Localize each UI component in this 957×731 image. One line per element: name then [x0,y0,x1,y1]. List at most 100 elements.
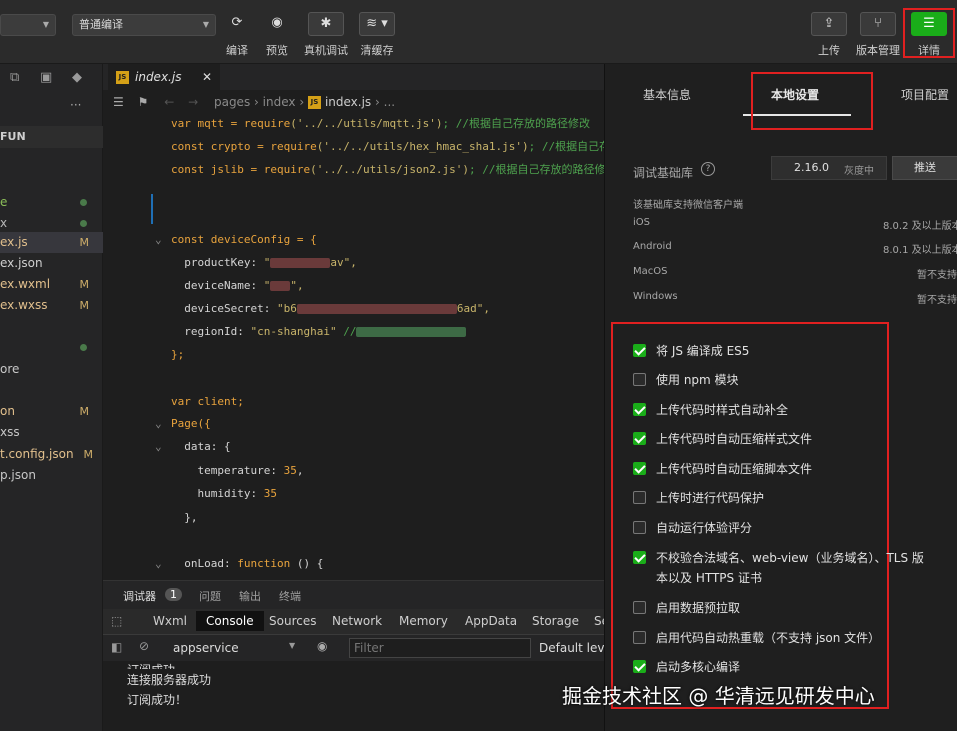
redacted-block [270,281,291,291]
bookmark-icon[interactable]: ⚑ [138,95,149,109]
checkbox[interactable] [633,631,646,644]
chevron-down-icon: ▼ [289,641,296,650]
option-minify-style[interactable]: 上传代码时自动压缩样式文件 [633,430,812,447]
checkbox[interactable] [633,601,646,614]
js-file-icon: JS [116,71,129,84]
breadcrumb-item[interactable]: ... [384,95,395,109]
checkbox[interactable] [633,432,646,445]
more-icon[interactable]: ··· [70,98,81,112]
breadcrumb-item[interactable]: pages [214,95,250,109]
forward-arrow-icon[interactable]: → [188,95,198,109]
checkbox[interactable] [633,462,646,475]
inspect-icon[interactable]: ⬚ [111,614,122,628]
push-button[interactable]: 推送 [892,156,957,180]
preview-button[interactable]: ◉ 预览 [255,12,299,58]
option-label: 启动多核心编译 [656,660,741,674]
code-line: productKey: " av", [171,256,357,269]
tab-local-settings[interactable]: 本地设置 [771,86,819,103]
tree-item[interactable]: on M [0,401,103,422]
tab-index-js[interactable]: JS index.js ✕ [108,64,220,90]
fold-icon[interactable]: ⌄ [155,414,162,434]
option-auto-audit[interactable]: 自动运行体验评分 [633,519,752,536]
compile-button[interactable]: ⟳ 编译 [215,12,259,58]
search-panel-icon[interactable]: ▣ [40,70,52,85]
details-button[interactable]: ☰ 详情 [907,12,951,58]
tree-item[interactable]: p.json [0,465,103,486]
tree-item[interactable]: xss [0,422,103,443]
tree-item[interactable]: t.config.json M [0,444,103,465]
tree-item[interactable]: ore [0,359,103,380]
option-npm[interactable]: 使用 npm 模块 [633,371,739,388]
files-icon[interactable]: ⧉ [10,70,19,85]
eye-icon[interactable]: ◉ [317,639,327,653]
git-icon[interactable]: ◆ [72,70,82,85]
mode-select[interactable]: ▼ [0,14,56,36]
breadcrumb-item[interactable]: index.js [325,95,371,109]
filter-input[interactable] [349,638,531,658]
list-icon[interactable]: ☰ [113,95,124,109]
tab-storage[interactable]: Storage [532,614,579,628]
sidebar-toggle-icon[interactable]: ◧ [111,640,122,654]
checkbox[interactable] [633,344,646,357]
js-file-icon: JS [307,96,321,109]
tab-appdata[interactable]: AppData [465,614,517,628]
device-debug-button[interactable]: ✱ 真机调试 [304,12,348,58]
option-minify-script[interactable]: 上传代码时自动压缩脚本文件 [633,460,812,477]
tree-item[interactable]: ex.wxss M [0,295,103,316]
checkbox[interactable] [633,521,646,534]
debugger-panel: 调试器 1 问题 输出 终端 ⬚ Wxml Console Sources Ne… [103,580,615,731]
help-icon[interactable]: ? [701,162,715,176]
line-gutter [103,114,151,580]
tab-project-config[interactable]: 项目配置 [901,86,949,103]
tab-console[interactable]: Console [196,611,264,631]
tree-item[interactable]: ex.js M [0,232,103,253]
tab-terminal[interactable]: 终端 [279,588,301,604]
git-status: M [79,299,90,312]
lib-version-select[interactable]: 2.16.0 灰度中 [771,156,887,180]
checkbox[interactable] [633,373,646,386]
project-name: FUN [0,130,26,143]
back-arrow-icon[interactable]: ← [164,95,174,109]
tree-item[interactable] [0,337,103,358]
option-skip-domain-check[interactable]: 不校验合法域名、web-view（业务域名）、TLS 版 [633,549,924,566]
clear-console-icon[interactable]: ⊘ [139,639,149,653]
code-line: }, [171,511,198,524]
option-prefetch[interactable]: 启用数据预拉取 [633,599,740,616]
fold-icon[interactable]: ⌄ [155,230,162,250]
checkbox[interactable] [633,491,646,504]
checkbox[interactable] [633,551,646,564]
option-hot-reload[interactable]: 启用代码自动热重载（不支持 json 文件） [633,629,880,646]
tree-item[interactable]: ex.json [0,253,103,274]
tab-problems[interactable]: 问题 [199,588,221,604]
tab-debugger[interactable]: 调试器 [123,588,156,604]
fold-icon[interactable]: ⌄ [155,437,162,457]
option-compile-es5[interactable]: 将 JS 编译成 ES5 [633,342,749,359]
breadcrumb-item[interactable]: index [263,95,296,109]
clear-cache-button[interactable]: ≋ ▾ 清缓存 [355,12,399,58]
fold-icon[interactable]: ⌄ [155,554,162,574]
option-style-autocomplete[interactable]: 上传代码时样式自动补全 [633,401,788,418]
option-code-protect[interactable]: 上传时进行代码保护 [633,489,764,506]
checkbox[interactable] [633,660,646,673]
chevron-down-icon: ▼ [202,20,209,29]
tree-item[interactable]: e [0,192,103,213]
tab-basic-info[interactable]: 基本信息 [643,86,691,103]
tree-item[interactable]: x [0,213,103,234]
checkbox[interactable] [633,403,646,416]
upload-button[interactable]: ⇪ 上传 [807,12,851,58]
tab-network[interactable]: Network [332,614,382,628]
platform-name: iOS [633,217,650,228]
version-button[interactable]: ⑂ 版本管理 [856,12,900,58]
tab-sources[interactable]: Sources [269,614,316,628]
context-select[interactable]: appservice [173,641,239,655]
project-header[interactable]: FUN [0,126,103,148]
support-note: 该基础库支持微信客户端 [633,200,743,211]
close-icon[interactable]: ✕ [202,64,212,90]
tab-output[interactable]: 输出 [239,588,261,604]
tab-memory[interactable]: Memory [399,614,448,628]
tree-item[interactable]: ex.wxml M [0,274,103,295]
compile-mode-select[interactable]: 普通编译 ▼ [72,14,216,36]
code-area[interactable]: var mqtt = require('../../utils/mqtt.js'… [103,114,604,580]
tab-wxml[interactable]: Wxml [153,614,187,628]
option-multicore[interactable]: 启动多核心编译 [633,658,740,675]
